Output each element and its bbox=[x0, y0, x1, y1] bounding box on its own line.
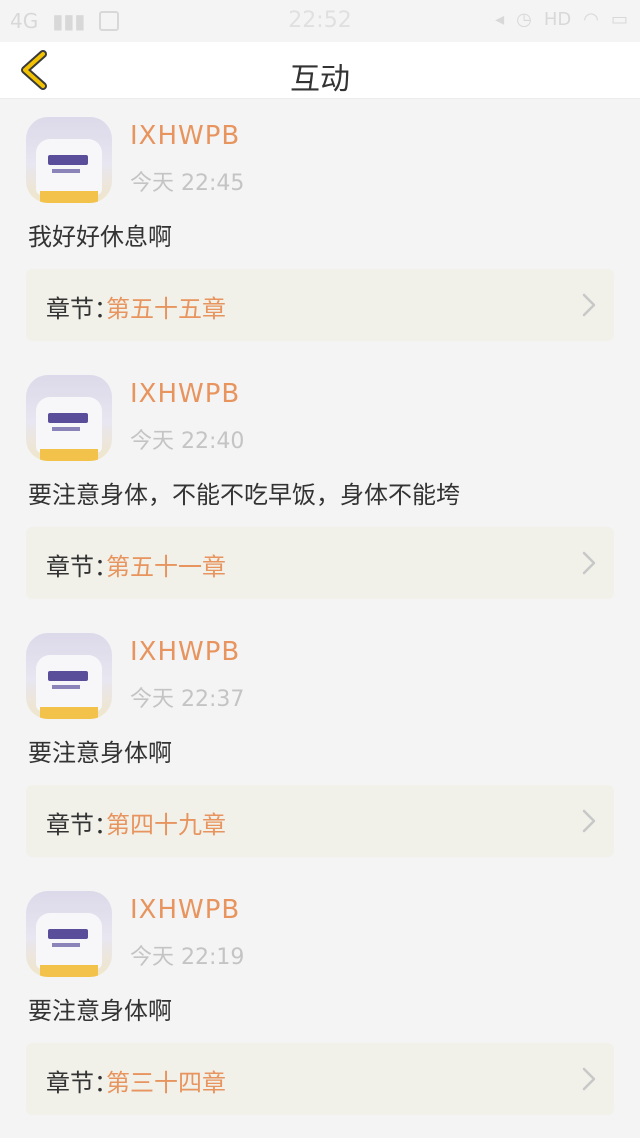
status-right: ◂ ◷ HD ◠ ▭ bbox=[495, 9, 628, 30]
comment-item: IXHWPB 今天 22:19 要注意身体啊 章节： 第三十四章 bbox=[0, 873, 640, 1131]
status-bar: 4G ▮▮▮ 22:52 ◂ ◷ HD ◠ ▭ bbox=[0, 0, 640, 42]
username[interactable]: IXHWPB bbox=[130, 379, 240, 409]
comment-item: IXHWPB 今天 22:37 要注意身体啊 章节： 第四十九章 bbox=[0, 615, 640, 873]
avatar[interactable] bbox=[26, 891, 112, 977]
comment-item: IXHWPB 今天 22:45 我好好休息啊 章节： 第五十五章 bbox=[0, 99, 640, 357]
wifi-icon: ◠ bbox=[583, 9, 599, 30]
chevron-right-icon bbox=[582, 551, 596, 575]
comment-time: 今天 22:37 bbox=[130, 687, 245, 712]
comment-item: IXHWPB 今天 22:40 要注意身体，不能不吃早饭，身体不能垮 章节： 第… bbox=[0, 357, 640, 615]
chevron-right-icon bbox=[582, 293, 596, 317]
username[interactable]: IXHWPB bbox=[130, 637, 240, 667]
comment-list: IXHWPB 今天 22:45 我好好休息啊 章节： 第五十五章 IXHWPB … bbox=[0, 99, 640, 1131]
comment-text: 要注意身体，不能不吃早饭，身体不能垮 bbox=[28, 481, 460, 509]
mute-icon: ◂ bbox=[495, 9, 505, 30]
chevron-right-icon bbox=[582, 1067, 596, 1091]
comment-text: 我好好休息啊 bbox=[28, 223, 172, 251]
page-title: 互动 bbox=[290, 62, 350, 97]
chapter-link[interactable]: 章节： 第五十五章 bbox=[26, 269, 614, 341]
chapter-link[interactable]: 章节： 第四十九章 bbox=[26, 785, 614, 857]
comment-time: 今天 22:40 bbox=[130, 429, 245, 454]
username[interactable]: IXHWPB bbox=[130, 121, 240, 151]
comment-time: 今天 22:45 bbox=[130, 171, 245, 196]
comment-text: 要注意身体啊 bbox=[28, 739, 172, 767]
comment-text: 要注意身体啊 bbox=[28, 997, 172, 1025]
avatar[interactable] bbox=[26, 117, 112, 203]
chevron-right-icon bbox=[582, 809, 596, 833]
chapter-name: 第四十九章 bbox=[106, 811, 226, 839]
nav-bar: 互动 bbox=[0, 42, 640, 99]
avatar[interactable] bbox=[26, 633, 112, 719]
battery-icon: ▭ bbox=[610, 9, 628, 30]
chapter-name: 第五十五章 bbox=[106, 295, 226, 323]
chapter-link[interactable]: 章节： 第三十四章 bbox=[26, 1043, 614, 1115]
comment-time: 今天 22:19 bbox=[130, 945, 245, 970]
chapter-link[interactable]: 章节： 第五十一章 bbox=[26, 527, 614, 599]
hd-indicator: HD bbox=[543, 9, 572, 30]
avatar[interactable] bbox=[26, 375, 112, 461]
username[interactable]: IXHWPB bbox=[130, 895, 240, 925]
chapter-name: 第五十一章 bbox=[106, 553, 226, 581]
alarm-icon: ◷ bbox=[516, 9, 532, 30]
chapter-name: 第三十四章 bbox=[106, 1069, 226, 1097]
